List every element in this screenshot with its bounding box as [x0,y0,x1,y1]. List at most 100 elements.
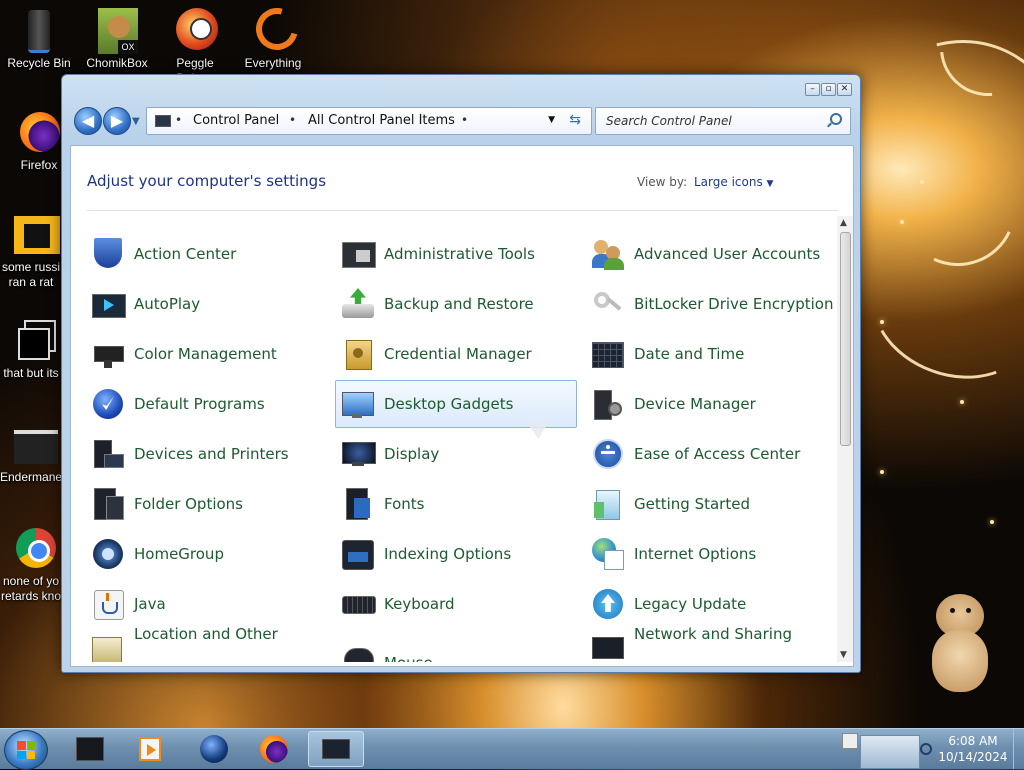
shield-flag-icon [92,238,124,270]
divider [87,210,839,211]
cp-item-mouse[interactable]: Mouse [335,630,577,662]
desktop-icon-label: ChomikBox [86,56,148,70]
cp-item-devices-and-printers[interactable]: Devices and Printers [85,430,327,478]
cp-item-label: Display [384,445,440,463]
cp-item-administrative-tools[interactable]: Administrative Tools [335,230,577,278]
mouse-icon [342,648,374,662]
cp-item-date-and-time[interactable]: Date and Time [585,330,827,378]
cp-item-bitlocker[interactable]: BitLocker Drive Encryption [585,280,833,328]
cp-item-color-management[interactable]: Color Management [85,330,327,378]
clock[interactable]: 6:08 AM 10/14/2024 [934,733,1012,765]
desktop-icon-shortcut[interactable]: that but its [0,312,62,381]
desktop-icon-recycle-bin[interactable]: Recycle Bin [0,0,78,71]
control-panel-window[interactable]: – ▫ ✕ ◀ ▶ ▼ • Control Panel • All Contro… [61,74,861,673]
cp-item-credential-manager[interactable]: Credential Manager [335,330,577,378]
cp-item-network-and-sharing[interactable]: Network and Sharing [585,622,827,662]
default-programs-icon [92,388,124,420]
desktop-icon-chomikbox[interactable]: OX ChomikBox [78,0,156,71]
address-history-dropdown[interactable]: ▼ [548,115,555,125]
desktop-icon-chrome[interactable]: none of yo retards kno [0,520,62,604]
homegroup-icon [92,538,124,570]
cp-item-homegroup[interactable]: HomeGroup [85,530,327,578]
breadcrumb-separator[interactable]: • [175,113,182,127]
cp-item-label: Advanced User Accounts [634,245,821,263]
maximize-button[interactable]: ▫ [821,83,836,96]
breadcrumb-separator[interactable]: • [289,113,296,127]
desktop-icon-label: some russi ran a rat [1,260,60,289]
search-box[interactable] [595,107,851,135]
breadcrumb-all-items[interactable]: All Control Panel Items [308,113,455,128]
view-by-label: View by: [637,175,688,189]
cp-item-label: AutoPlay [134,295,201,313]
navigation-bar: ◀ ▶ ▼ • Control Panel • All Control Pane… [72,105,852,137]
minimize-button[interactable]: – [805,83,820,96]
hamster-image [930,594,990,694]
fonts-icon [342,488,374,520]
breadcrumb-separator[interactable]: • [461,113,468,127]
cp-item-fonts[interactable]: Fonts [335,480,577,528]
backup-icon [342,288,374,320]
close-button[interactable]: ✕ [837,83,852,96]
recent-pages-dropdown[interactable]: ▼ [132,116,140,127]
vertical-scrollbar[interactable]: ▲ ▼ [837,216,853,662]
search-icon[interactable] [830,113,842,125]
cp-item-action-center[interactable]: Action Center [85,230,327,278]
desktop-icon-label: that but its [3,366,59,380]
start-button[interactable] [4,730,48,770]
wallpaper-sparkle [900,220,904,224]
scroll-up-arrow[interactable]: ▲ [840,218,847,228]
cp-item-internet-options[interactable]: Internet Options [585,530,827,578]
show-desktop-button[interactable] [1013,729,1024,769]
cp-item-getting-started[interactable]: Getting Started [585,480,827,528]
tray-preview-thumbnail[interactable] [860,735,920,769]
cp-item-label: Location and Other [134,625,278,643]
program-icon [14,422,58,468]
scroll-thumb[interactable] [840,232,851,446]
tray-expand-icon[interactable] [842,733,858,749]
desktop-icon-everything[interactable]: Everything [234,0,312,71]
cp-item-label: Desktop Gadgets [384,395,514,413]
desktop-icon-label: Endermane [0,470,62,484]
taskbar-firefox[interactable] [246,731,302,767]
breadcrumb-control-panel[interactable]: Control Panel [193,113,279,128]
taskbar-control-panel[interactable] [308,731,364,767]
cp-item-folder-options[interactable]: Folder Options [85,480,327,528]
control-panel-items: Action Center Administrative Tools Advan… [83,230,843,662]
cp-item-display[interactable]: Display [335,430,577,478]
desktop-icon-program[interactable]: Endermane [0,416,62,485]
calendar-clock-icon [592,338,624,370]
cp-item-label: Legacy Update [634,595,747,613]
network-tray-icon[interactable] [920,743,932,755]
wallpaper-sparkle [880,470,884,474]
back-button[interactable]: ◀ [74,107,102,135]
forward-button[interactable]: ▶ [103,107,131,135]
control-panel-icon [155,115,171,127]
search-input[interactable] [604,113,808,129]
cp-item-indexing-options[interactable]: Indexing Options [335,530,577,578]
taskbar-media-player[interactable] [122,731,178,767]
folder-options-icon [92,488,124,520]
taskbar-program-dark[interactable] [62,731,118,767]
address-bar[interactable]: • Control Panel • All Control Panel Item… [146,107,592,135]
desktop-icon-label: none of yo retards kno [0,574,62,603]
cp-item-advanced-user-accounts[interactable]: Advanced User Accounts [585,230,827,278]
cp-item-label: Network and Sharing [634,625,792,643]
cp-item-location-and-other[interactable]: Location and Other [85,622,327,662]
cp-item-autoplay[interactable]: AutoPlay [85,280,327,328]
cp-item-keyboard[interactable]: Keyboard [335,580,577,628]
view-by-dropdown[interactable]: Large icons ▼ [694,175,773,189]
cp-item-label: Backup and Restore [384,295,534,313]
refresh-icon[interactable]: ⇆ [569,112,581,128]
desktop-icon-folder[interactable]: some russi ran a rat [0,206,62,290]
wallpaper-sparkle [880,320,884,324]
globe-icon [200,735,228,763]
cp-item-ease-of-access[interactable]: Ease of Access Center [585,430,827,478]
cp-item-device-manager[interactable]: Device Manager [585,380,827,428]
scroll-down-arrow[interactable]: ▼ [840,650,847,660]
cp-item-default-programs[interactable]: Default Programs [85,380,327,428]
taskbar-globe[interactable] [186,731,242,767]
ease-of-access-icon [592,438,624,470]
cp-item-java[interactable]: Java [85,580,327,628]
cp-item-legacy-update[interactable]: Legacy Update [585,580,827,628]
cp-item-backup-and-restore[interactable]: Backup and Restore [335,280,577,328]
